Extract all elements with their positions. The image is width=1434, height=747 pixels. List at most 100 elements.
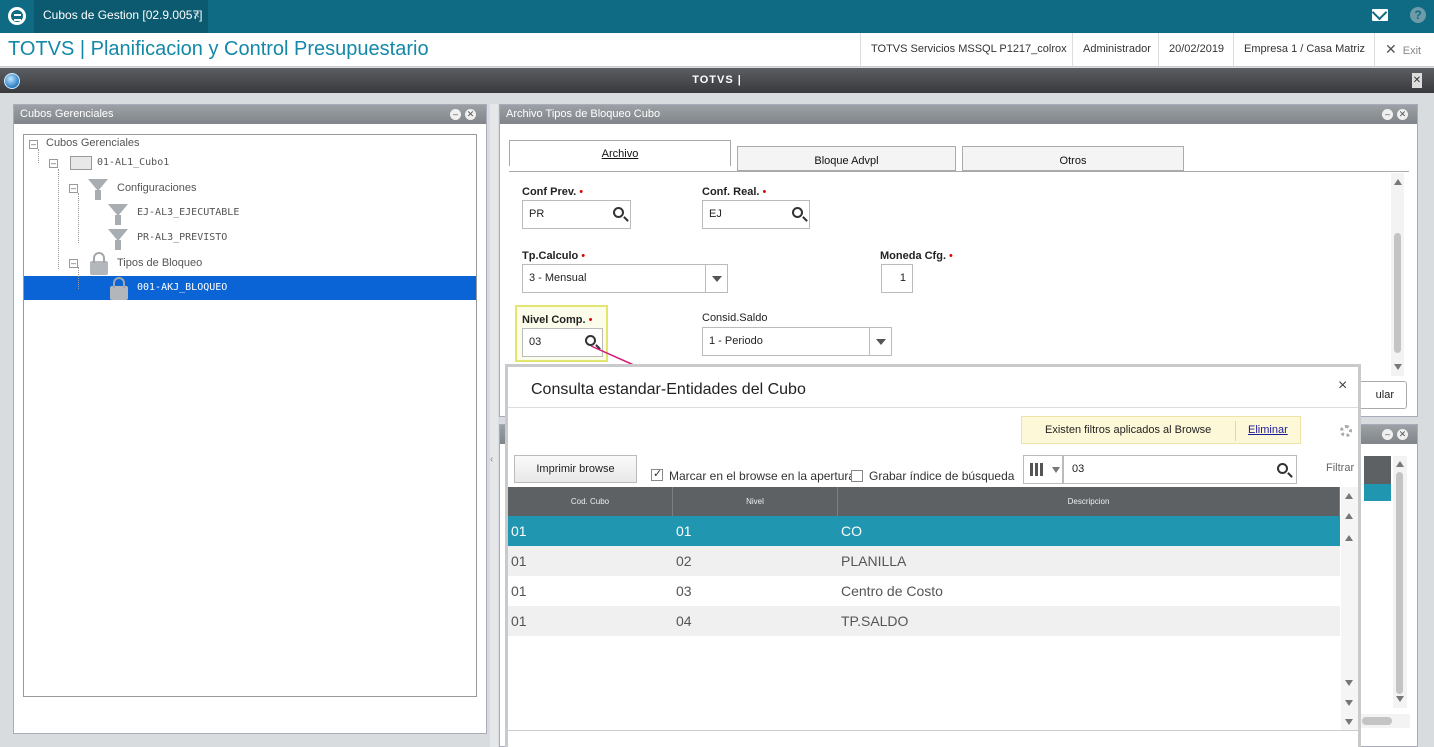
tree-node-previsto[interactable]: PR-AL3_PREVISTO xyxy=(137,228,227,248)
app-tab-label: Cubos de Gestion [02.9.0057] xyxy=(43,8,203,22)
hscroll-thumb[interactable] xyxy=(1362,717,1392,725)
dark-bar-close-icon[interactable]: ✕ xyxy=(1412,73,1422,88)
tp-calculo-select[interactable]: 3 - Mensual xyxy=(522,264,728,293)
dialog-close-icon[interactable]: × xyxy=(1338,377,1347,395)
tree-node-bloqueo[interactable]: 001-AKJ_BLOQUEO xyxy=(137,278,227,298)
browse-search-input[interactable]: 03 xyxy=(1063,455,1297,484)
dark-title-bar: TOTVS | xyxy=(0,68,1434,93)
moneda-cfg-input[interactable]: 1 xyxy=(881,264,913,293)
scroll-up-icon[interactable] xyxy=(1345,535,1353,541)
cell-nivel: 04 xyxy=(676,613,692,629)
globe-icon[interactable] xyxy=(4,73,20,89)
save-index-label: Grabar índice de búsqueda xyxy=(869,469,1015,483)
tree-expander[interactable]: – xyxy=(49,159,58,168)
minimize-icon[interactable]: – xyxy=(450,109,461,120)
tree-node-cubo[interactable]: 01-AL1_Cubo1 xyxy=(97,153,169,173)
cell-cod-cubo: 01 xyxy=(511,523,527,539)
search-icon[interactable] xyxy=(613,207,624,218)
moneda-cfg-label: Moneda Cfg. • xyxy=(880,250,953,262)
consulta-dialog: Consulta estandar-Entidades del Cubo × E… xyxy=(505,364,1361,747)
search-icon[interactable] xyxy=(792,207,803,218)
funnel-icon xyxy=(88,179,108,200)
close-icon[interactable]: ✕ xyxy=(465,109,476,120)
lower-grid-row xyxy=(1364,484,1391,501)
scroll-page-up-icon[interactable] xyxy=(1345,513,1353,519)
lower-hscrollbar[interactable] xyxy=(1360,714,1410,728)
scroll-down-icon[interactable] xyxy=(1396,696,1404,702)
totvs-logo-icon[interactable] xyxy=(8,7,26,25)
tree-expander[interactable]: – xyxy=(69,259,78,268)
app-header: TOTVS | Planificacion y Control Presupue… xyxy=(0,33,1434,67)
user-info[interactable]: Administrador xyxy=(1072,33,1161,66)
table-row[interactable]: 01 03 Centro de Costo xyxy=(508,576,1340,606)
conf-real-input[interactable]: EJ xyxy=(702,200,810,229)
scroll-up-icon[interactable] xyxy=(1394,179,1402,185)
scroll-bottom-icon[interactable] xyxy=(1345,719,1353,725)
cell-cod-cubo: 01 xyxy=(511,613,527,629)
tree-expander[interactable]: – xyxy=(29,140,38,149)
cubos-panel-title: Cubos Gerenciales xyxy=(20,108,114,120)
mark-browse-checkbox[interactable]: ✓ xyxy=(651,468,663,481)
environment-info[interactable]: TOTVS Servicios MSSQL P1217_colrox xyxy=(860,33,1077,66)
save-index-checkbox[interactable] xyxy=(851,470,863,482)
mail-icon[interactable] xyxy=(1372,9,1388,21)
tree-node-root[interactable]: Cubos Gerenciales xyxy=(46,133,140,153)
conf-real-label: Conf. Real. • xyxy=(702,186,767,198)
tab-archivo[interactable]: Archivo xyxy=(509,140,731,166)
date-info[interactable]: 20/02/2019 xyxy=(1158,33,1234,66)
scroll-page-down-icon[interactable] xyxy=(1345,700,1353,706)
table-row[interactable]: 01 01 CO xyxy=(508,516,1340,546)
scroll-down-icon[interactable] xyxy=(1345,680,1353,686)
app-tab-close-icon[interactable]: × xyxy=(193,0,200,31)
tree-expander[interactable]: – xyxy=(69,184,78,193)
table-row[interactable]: 01 04 TP.SALDO xyxy=(508,606,1340,636)
help-icon[interactable]: ? xyxy=(1410,7,1426,23)
filter-label[interactable]: Filtrar xyxy=(1326,462,1354,474)
column-header[interactable]: Descripcion xyxy=(838,487,1340,516)
tree-node-ejecutable[interactable]: EJ-AL3_EJECUTABLE xyxy=(137,203,239,223)
cell-descripcion: CO xyxy=(841,523,862,539)
tree-node-configuraciones[interactable]: Configuraciones xyxy=(117,178,197,198)
column-header[interactable]: Cod. Cubo xyxy=(508,487,673,516)
conf-prev-input[interactable]: PR xyxy=(522,200,631,229)
column-header[interactable]: Nivel xyxy=(673,487,838,516)
table-row[interactable]: 01 02 PLANILLA xyxy=(508,546,1340,576)
gear-icon[interactable] xyxy=(1340,425,1352,437)
filter-remove-link[interactable]: Eliminar xyxy=(1248,424,1288,436)
minimize-icon[interactable]: – xyxy=(1382,109,1393,120)
lower-grid-header xyxy=(1364,456,1391,484)
column-selector[interactable] xyxy=(1023,455,1063,484)
tree-view[interactable]: – Cubos Gerenciales – 01-AL1_Cubo1 – Con… xyxy=(23,134,477,697)
funnel-icon xyxy=(108,204,128,225)
folder-icon xyxy=(70,156,92,170)
search-icon[interactable] xyxy=(1277,463,1288,474)
splitter[interactable] xyxy=(490,104,498,747)
consid-saldo-select[interactable]: 1 - Periodo xyxy=(702,327,892,356)
lower-scrollbar[interactable] xyxy=(1393,456,1407,708)
scroll-thumb[interactable] xyxy=(1394,233,1401,353)
tab-bloque-advpl[interactable]: Bloque Advpl xyxy=(737,146,956,171)
close-icon[interactable]: ✕ xyxy=(1397,429,1408,440)
cell-nivel: 02 xyxy=(676,553,692,569)
tab-otros[interactable]: Otros xyxy=(962,146,1184,171)
scroll-up-icon[interactable] xyxy=(1396,461,1404,467)
exit-button[interactable]: ✕ Exit xyxy=(1374,33,1421,66)
chevron-down-icon[interactable] xyxy=(869,328,891,355)
close-icon[interactable]: ✕ xyxy=(1397,109,1408,120)
form-scrollbar[interactable] xyxy=(1391,173,1404,376)
archivo-panel-header: Archivo Tipos de Bloqueo Cubo xyxy=(500,105,1417,124)
grid-scrollbar[interactable] xyxy=(1341,487,1358,730)
scroll-top-icon[interactable] xyxy=(1345,493,1353,499)
exit-icon: ✕ xyxy=(1385,41,1397,57)
tree-node-tipos-bloqueo[interactable]: Tipos de Bloqueo xyxy=(117,253,202,273)
print-browse-button[interactable]: Imprimir browse xyxy=(514,455,637,483)
scroll-thumb[interactable] xyxy=(1396,472,1403,694)
minimize-icon[interactable]: – xyxy=(1382,429,1393,440)
company-info[interactable]: Empresa 1 / Casa Matriz xyxy=(1233,33,1375,66)
tab-label: Otros xyxy=(1059,155,1087,167)
scroll-down-icon[interactable] xyxy=(1394,364,1402,370)
app-tab[interactable]: Cubos de Gestion [02.9.0057] × xyxy=(34,0,208,33)
chevron-down-icon[interactable] xyxy=(705,265,727,292)
splitter-arrow-icon[interactable]: ‹ xyxy=(490,454,493,465)
nivel-comp-label: Nivel Comp. • xyxy=(522,314,593,326)
